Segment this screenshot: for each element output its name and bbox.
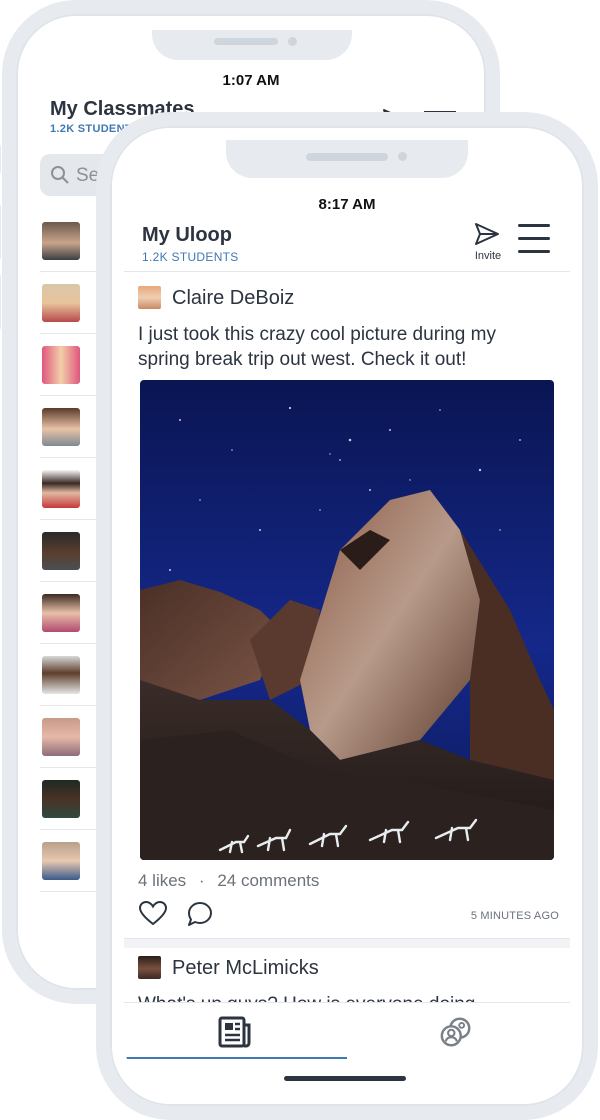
volume-down-button	[0, 274, 1, 330]
menu-button[interactable]	[518, 224, 552, 258]
speaker-grille	[306, 153, 388, 161]
speaker-grille	[214, 38, 278, 45]
phone-notch	[152, 30, 352, 60]
post-author-name: Peter McLimicks	[172, 957, 319, 979]
volume-up-button	[0, 204, 1, 260]
post-author-row[interactable]: Peter McLimicks	[138, 956, 538, 982]
avatar	[42, 780, 80, 818]
list-item[interactable]	[40, 210, 100, 272]
avatar	[42, 718, 80, 756]
post-author-name: Claire DeBoiz	[172, 287, 295, 309]
post-actions: 5 MINUTES AGO	[138, 892, 559, 932]
avatar	[42, 532, 80, 570]
avatar	[42, 842, 80, 880]
avatar	[42, 594, 80, 632]
tab-groups[interactable]	[347, 1003, 570, 1059]
comments-count[interactable]: 24 comments	[217, 871, 319, 890]
likes-count[interactable]: 4 likes	[138, 871, 186, 890]
avatar	[138, 956, 161, 979]
post-author-row[interactable]: Claire DeBoiz	[138, 286, 538, 312]
list-item[interactable]	[40, 396, 100, 458]
newspaper-icon	[218, 1016, 251, 1048]
avatar	[42, 346, 80, 384]
list-item[interactable]	[40, 706, 100, 768]
list-item[interactable]	[40, 644, 100, 706]
status-time: 1:07 AM	[222, 72, 280, 89]
status-time: 8:17 AM	[318, 196, 376, 213]
post-timestamp: 5 MINUTES AGO	[470, 910, 559, 922]
menu-bar	[518, 224, 550, 227]
mute-switch	[0, 144, 1, 174]
tab-news-feed[interactable]	[124, 1003, 347, 1059]
avatar	[42, 470, 80, 508]
front-camera	[398, 152, 407, 161]
groups-icon	[440, 1017, 471, 1047]
classmates-list	[40, 210, 100, 892]
avatar	[42, 656, 80, 694]
front-phone-frame: 8:17 AM My Uloop 1.2K STUDENTS Invite Cl…	[96, 112, 598, 1120]
post-photo[interactable]	[140, 380, 554, 860]
student-count: 1.2K STUDENTS	[142, 250, 239, 264]
avatar	[42, 408, 80, 446]
front-camera	[288, 37, 297, 46]
heart-icon[interactable]	[138, 900, 168, 926]
post-divider	[124, 938, 570, 948]
avatar	[42, 284, 80, 322]
invite-button[interactable]: Invite	[470, 220, 506, 264]
search-icon	[51, 166, 69, 184]
avatar	[42, 222, 80, 260]
list-item[interactable]	[40, 830, 100, 892]
send-icon	[475, 223, 499, 245]
list-item[interactable]	[40, 458, 100, 520]
stats-separator: ·	[198, 871, 205, 890]
list-item[interactable]	[40, 768, 100, 830]
home-indicator[interactable]	[284, 1076, 406, 1081]
front-phone-screen: 8:17 AM My Uloop 1.2K STUDENTS Invite Cl…	[124, 140, 570, 1092]
menu-bar	[518, 250, 550, 253]
menu-bar	[518, 237, 550, 240]
list-item[interactable]	[40, 272, 100, 334]
page-title: My Uloop	[142, 224, 232, 246]
avatar	[138, 286, 161, 309]
comment-icon[interactable]	[186, 900, 214, 928]
list-item[interactable]	[40, 334, 100, 396]
post-stats: 4 likes · 24 comments	[138, 871, 319, 891]
phone-notch	[226, 140, 468, 178]
app-header: My Uloop 1.2K STUDENTS Invite	[124, 216, 570, 272]
night-rock-photo	[140, 380, 554, 860]
invite-label: Invite	[474, 250, 502, 262]
list-item[interactable]	[40, 520, 100, 582]
post-text: I just took this crazy cool picture duri…	[138, 324, 496, 370]
list-item[interactable]	[40, 582, 100, 644]
